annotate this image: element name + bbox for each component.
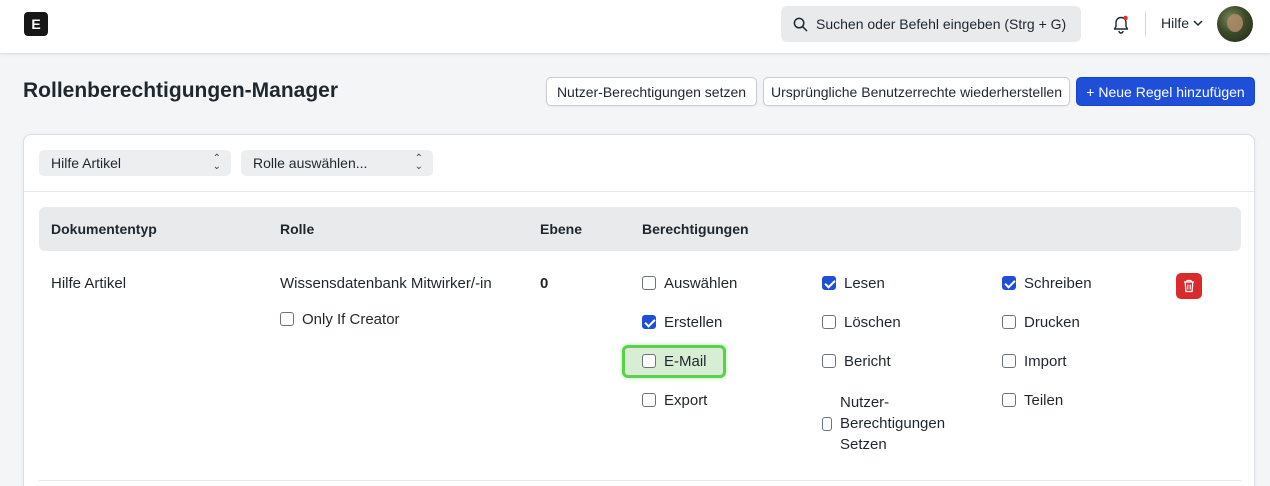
perm-label-line: Setzen [840, 436, 887, 453]
checkbox-box[interactable] [642, 315, 656, 329]
perm-label-line: Berechtigungen [840, 415, 946, 432]
perm-write-checkbox[interactable]: Schreiben [1002, 275, 1092, 292]
search-placeholder: Suchen oder Befehl eingeben (Strg + G) [816, 16, 1067, 32]
perm-label: Erstellen [664, 314, 723, 331]
header-permissions: Berechtigungen [642, 221, 749, 237]
perm-import-checkbox[interactable]: Import [1002, 353, 1067, 370]
perm-label-line: Nutzer- [840, 394, 890, 411]
bell-icon [1113, 15, 1129, 34]
select-caret-icon: ⌃ ⌄ [212, 153, 221, 172]
search-input[interactable]: Suchen oder Befehl eingeben (Strg + G) [781, 6, 1081, 42]
chevron-down-icon [1193, 20, 1203, 27]
perm-label: Export [664, 392, 708, 409]
search-icon [793, 17, 808, 31]
checkbox-box[interactable] [1002, 276, 1016, 290]
checkbox-box[interactable] [1002, 354, 1016, 368]
checkbox-box[interactable] [280, 312, 294, 326]
perm-label: Schreiben [1024, 275, 1092, 292]
select-caret-icon: ⌃ ⌄ [414, 153, 423, 172]
perm-report-checkbox[interactable]: Bericht [822, 353, 891, 370]
only-if-creator-checkbox[interactable]: Only If Creator [280, 311, 400, 328]
header-level: Ebene [540, 221, 583, 237]
perm-create-checkbox[interactable]: Erstellen [642, 314, 722, 331]
set-user-permissions-button[interactable]: Nutzer-Berechtigungen setzen [546, 77, 757, 106]
header-doctype: Dokumententyp [51, 221, 157, 237]
checkbox-box[interactable] [642, 354, 656, 368]
perm-label: Lesen [844, 275, 885, 292]
header-role: Rolle [280, 221, 315, 237]
checkbox-box[interactable] [1002, 393, 1016, 407]
row-level: 0 [540, 275, 549, 292]
perm-share-checkbox[interactable]: Teilen [1002, 392, 1063, 409]
table-header: Dokumententyp Rolle Ebene Berechtigungen [39, 207, 1241, 251]
perm-export-checkbox[interactable]: Export [642, 392, 707, 409]
checkbox-box[interactable] [642, 276, 656, 290]
navbar-divider [1145, 12, 1146, 36]
help-dropdown[interactable]: Hilfe [1161, 15, 1203, 31]
delete-rule-button[interactable] [1176, 273, 1202, 299]
add-rule-button[interactable]: + Neue Regel hinzufügen [1076, 77, 1255, 106]
avatar[interactable] [1217, 6, 1253, 42]
doctype-select[interactable]: Hilfe Artikel ⌃ ⌄ [39, 150, 231, 176]
perm-label: Auswählen [664, 275, 738, 292]
logo-letter: E [31, 16, 41, 32]
perm-print-checkbox[interactable]: Drucken [1002, 314, 1080, 331]
perm-label: Löschen [844, 314, 901, 331]
perm-set-user-permissions-checkbox[interactable]: Nutzer- Berechtigungen Setzen [822, 392, 945, 455]
perm-label: Teilen [1024, 392, 1064, 409]
navbar: E Suchen oder Befehl eingeben (Strg + G)… [0, 0, 1270, 54]
role-select-value: Rolle auswählen... [253, 155, 368, 171]
row-doctype: Hilfe Artikel [51, 275, 127, 292]
perm-label: Bericht [844, 353, 891, 370]
checkbox-box[interactable] [822, 417, 832, 431]
help-label: Hilfe [1161, 15, 1190, 31]
checkbox-box[interactable] [642, 393, 656, 407]
row-divider [39, 480, 1241, 481]
restore-permissions-button[interactable]: Ursprüngliche Benutzerrechte wiederherst… [763, 77, 1070, 106]
perm-select-checkbox[interactable]: Auswählen [642, 275, 737, 292]
page-title: Rollenberechtigungen-Manager [23, 79, 339, 102]
checkbox-box[interactable] [822, 315, 836, 329]
checkbox-box[interactable] [822, 276, 836, 290]
only-if-creator-label: Only If Creator [302, 311, 400, 328]
app-logo[interactable]: E [24, 12, 48, 36]
role-select[interactable]: Rolle auswählen... ⌃ ⌄ [241, 150, 433, 176]
perm-delete-checkbox[interactable]: Löschen [822, 314, 901, 331]
row-role: Wissensdatenbank Mitwirker/-in [280, 275, 492, 292]
permissions-card: Hilfe Artikel ⌃ ⌄ Rolle auswählen... ⌃ ⌄ D… [23, 134, 1255, 486]
perm-label: Drucken [1024, 314, 1080, 331]
perm-read-checkbox[interactable]: Lesen [822, 275, 885, 292]
trash-icon [1184, 279, 1194, 293]
perm-email-checkbox[interactable]: E-Mail [642, 353, 707, 370]
perm-label: Import [1024, 353, 1067, 370]
doctype-select-value: Hilfe Artikel [51, 155, 122, 171]
card-divider [24, 191, 1254, 192]
checkbox-box[interactable] [822, 354, 836, 368]
checkbox-box[interactable] [1002, 315, 1016, 329]
perm-label: E-Mail [664, 353, 707, 370]
perm-label-multiline: Nutzer- Berechtigungen Setzen [840, 392, 945, 455]
notifications-button[interactable] [1112, 15, 1130, 40]
